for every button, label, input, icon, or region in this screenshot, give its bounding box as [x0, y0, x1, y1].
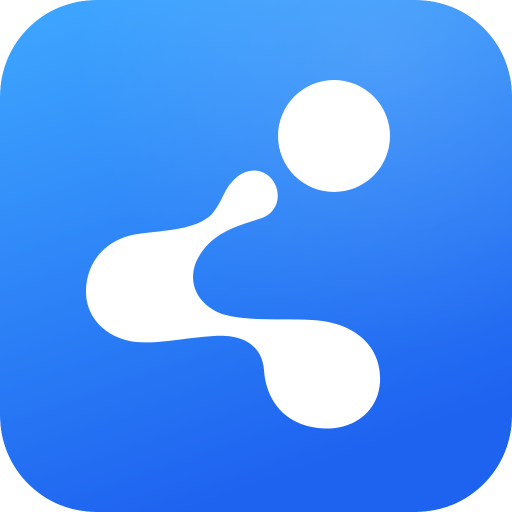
- app-icon[interactable]: [0, 0, 512, 512]
- share-node-top: [278, 80, 390, 192]
- share-icon: [0, 0, 512, 512]
- icon-background-glow: [0, 0, 512, 512]
